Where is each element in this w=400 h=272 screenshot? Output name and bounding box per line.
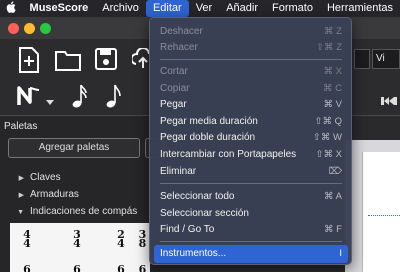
collapse-arrow-icon: ▼: [17, 209, 24, 216]
menu-item-shortcut: ⌘ V: [323, 99, 342, 110]
menu-item-label: Cortar: [160, 66, 188, 77]
time-signature-cell[interactable]: 34: [62, 229, 92, 250]
palette-section-label: Claves: [30, 172, 61, 183]
menu-app-name[interactable]: MuseScore: [23, 0, 96, 17]
cloud-upload-icon[interactable]: [130, 47, 150, 75]
menu-item-label: Deshacer: [160, 26, 203, 37]
palette-section-clefs[interactable]: ▶ Claves: [0, 170, 160, 186]
menu-formato[interactable]: Formato: [265, 0, 320, 17]
ts-denominator: 4: [23, 237, 31, 250]
palette-section-time-signatures[interactable]: ▼ Indicaciones de compás: [0, 204, 160, 220]
apple-icon[interactable]: [0, 1, 23, 16]
menu-item-label: Find / Go To: [160, 224, 215, 235]
new-score-icon[interactable]: [18, 47, 40, 78]
close-window-button[interactable]: [8, 23, 19, 34]
view-mode-select[interactable]: Vi: [372, 49, 400, 69]
eighth-note-icon[interactable]: [106, 83, 122, 114]
menu-item-label: Intercambiar con Portapapeles: [160, 149, 297, 160]
time-signature-cell[interactable]: 44: [12, 229, 42, 250]
menu-archivo[interactable]: Archivo: [95, 0, 146, 17]
menu-item-shortcut: ⌦: [328, 166, 342, 177]
menu-item-delete[interactable]: Eliminar ⌦: [154, 163, 348, 181]
menu-item-paste-double-duration[interactable]: Pegar doble duración ⇧⌘ W: [154, 129, 348, 147]
menu-item-find-goto[interactable]: Find / Go To ⌘ F: [154, 221, 348, 239]
menu-editar[interactable]: Editar: [145, 0, 189, 17]
add-palettes-button[interactable]: Agregar paletas: [8, 138, 140, 158]
time-signature-grid: 44 34 24 38 6 6 6 6: [10, 223, 150, 272]
menu-item-label: Pegar: [160, 99, 187, 110]
time-signature-cell[interactable]: 6: [62, 264, 92, 272]
menu-item-select-all[interactable]: Seleccionar todo ⌘ A: [154, 188, 348, 206]
menu-item-label: Seleccionar todo: [160, 191, 235, 202]
menu-item-shortcut: I: [339, 248, 342, 259]
menu-item-swap-clipboard[interactable]: Intercambiar con Portapapeles ⇧⌘ X: [154, 146, 348, 164]
minimize-window-button[interactable]: [24, 23, 35, 34]
menu-bar: MuseScore Archivo Editar Ver Añadir Form…: [0, 0, 400, 17]
menu-item-shortcut: ⇧⌘ W: [312, 132, 342, 143]
open-folder-icon[interactable]: [55, 49, 81, 76]
menu-separator: [160, 183, 342, 184]
menu-separator: [160, 241, 342, 242]
save-icon[interactable]: [95, 48, 117, 75]
menu-item-shortcut: ⌘ A: [324, 191, 342, 202]
menu-item-shortcut: ⇧⌘ X: [315, 149, 342, 160]
menu-item-shortcut: ⌘ F: [324, 224, 342, 235]
edit-menu-dropdown: Deshacer ⌘ Z Rehacer ⇧⌘ Z Cortar ⌘ X Copiar…: [149, 17, 352, 265]
menu-separator: [160, 59, 342, 60]
menu-item-label: Seleccionar sección: [160, 208, 249, 219]
menu-item-shortcut: ⌘ X: [323, 66, 342, 77]
ts-denominator: 4: [117, 237, 125, 250]
transport-icon[interactable]: [381, 93, 397, 111]
time-signature-cell[interactable]: 24: [106, 229, 136, 250]
menu-item-instruments[interactable]: Instrumentos... I: [154, 245, 348, 263]
expand-arrow-icon: ▶: [18, 175, 24, 182]
menu-ver[interactable]: Ver: [189, 0, 220, 17]
chevron-down-icon[interactable]: [46, 93, 54, 111]
ts-denominator: 8: [138, 237, 147, 248]
menu-item-label: Eliminar: [160, 166, 197, 177]
menu-item-label: Rehacer: [160, 42, 198, 53]
score-page[interactable]: [362, 152, 400, 272]
menu-item-paste[interactable]: Pegar ⌘ V: [154, 96, 348, 114]
menu-item-label: Copiar: [160, 83, 190, 94]
sixteenth-note-icon[interactable]: [72, 83, 88, 114]
palettes-title: Paletas: [4, 121, 38, 132]
menu-item-redo[interactable]: Rehacer ⇧⌘ Z: [154, 39, 348, 57]
ts-denominator: 4: [73, 237, 81, 250]
time-signature-cell[interactable]: 38: [135, 230, 150, 248]
menu-anadir[interactable]: Añadir: [219, 0, 265, 17]
page-frame-line: [368, 215, 400, 216]
note-input-icon[interactable]: [16, 85, 42, 112]
menu-item-shortcut: ⇧⌘ Z: [316, 42, 342, 53]
menu-item-label: Pegar doble duración: [160, 132, 256, 143]
palette-section-label: Armaduras: [30, 189, 79, 200]
menu-item-label: Pegar media duración: [160, 116, 258, 127]
time-signature-cell[interactable]: 6: [12, 264, 42, 272]
time-signature-cell[interactable]: 6: [106, 264, 136, 272]
expand-arrow-icon: ▶: [18, 192, 24, 199]
palette-section-label: Indicaciones de compás: [30, 206, 138, 217]
menu-item-cut[interactable]: Cortar ⌘ X: [154, 63, 348, 81]
palette-section-keys[interactable]: ▶ Armaduras: [0, 187, 160, 203]
menu-herramientas[interactable]: Herramientas: [320, 0, 400, 17]
zoom-window-button[interactable]: [40, 23, 51, 34]
menu-item-label: Instrumentos...: [160, 248, 227, 259]
zoom-select[interactable]: [354, 49, 370, 69]
time-signature-cell[interactable]: 6: [135, 264, 150, 272]
